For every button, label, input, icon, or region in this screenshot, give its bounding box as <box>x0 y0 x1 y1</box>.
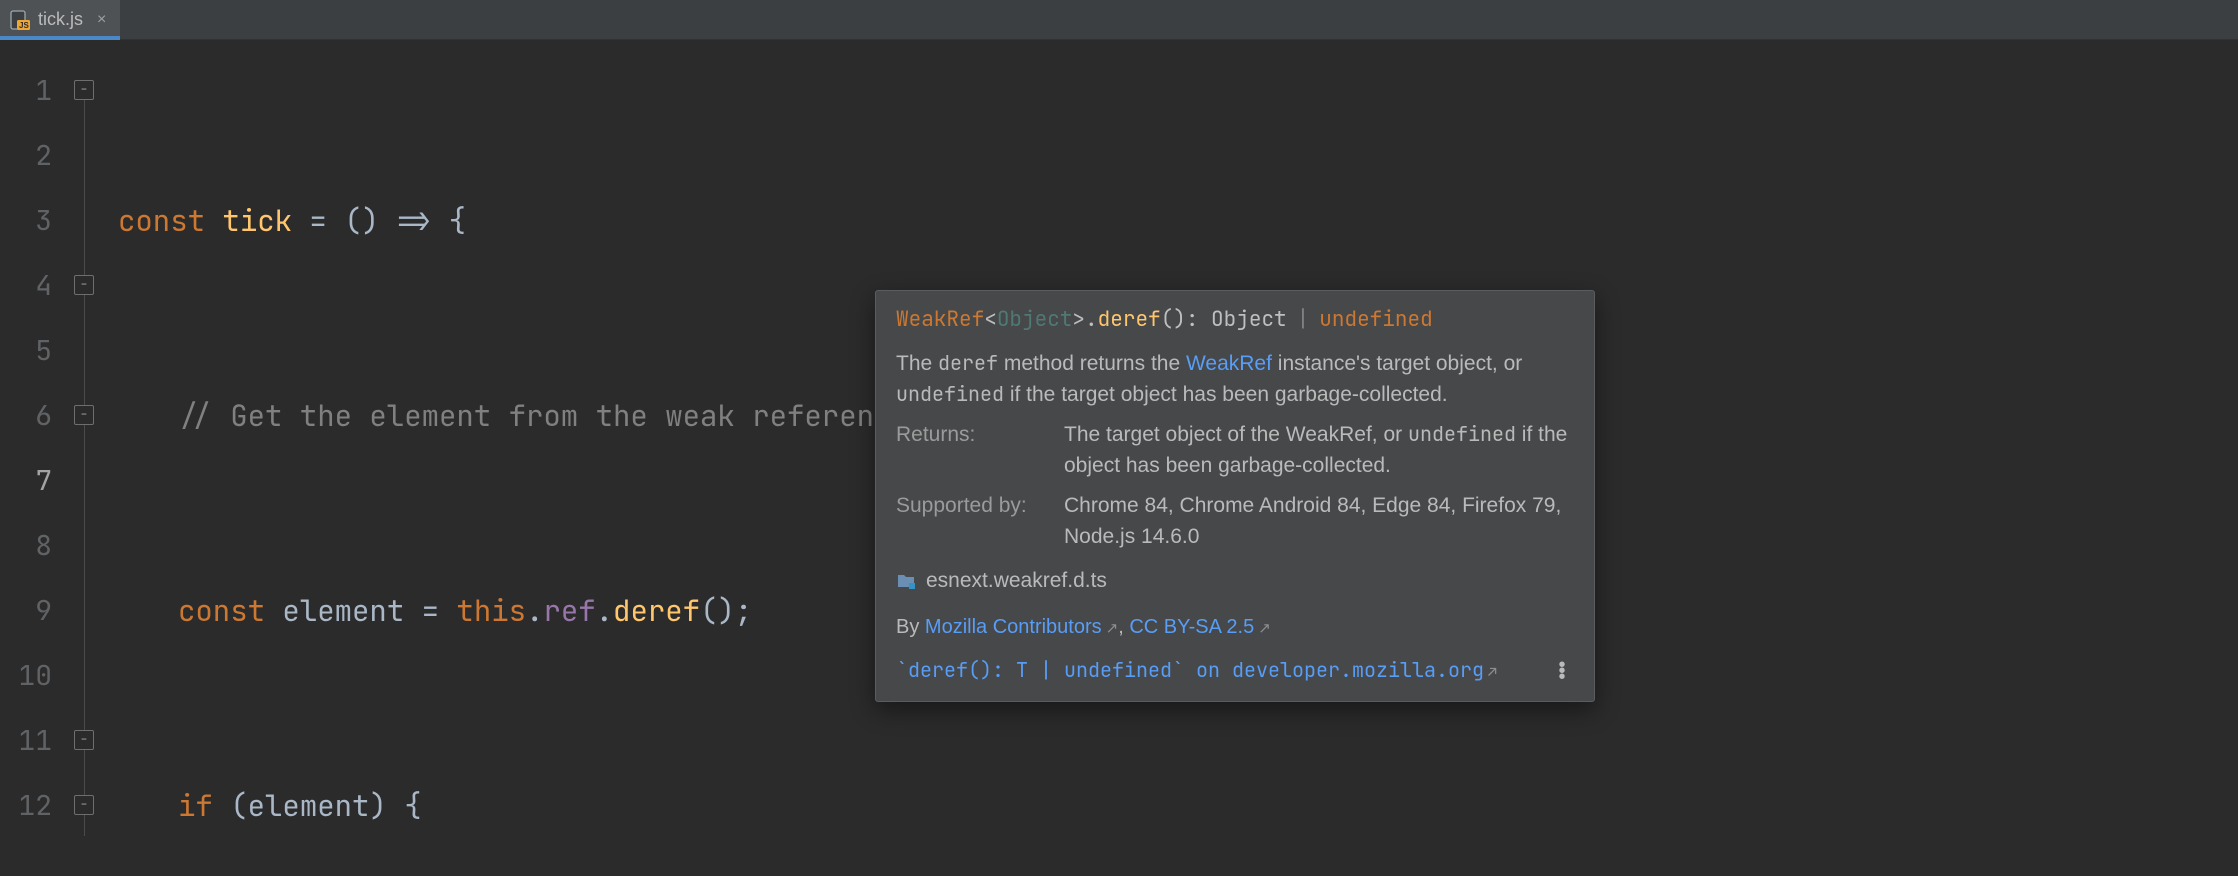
doc-returns-label: Returns: <box>896 420 1046 481</box>
svg-text:JS: JS <box>19 21 29 30</box>
line-number: 10 <box>0 643 70 708</box>
external-link-icon: ↗ <box>1102 620 1119 637</box>
doc-link-mdn[interactable]: `deref(): T | undefined` on developer.mo… <box>896 656 1497 685</box>
line-number: 7 <box>0 448 70 513</box>
doc-signature: WeakRef<Object>.deref(): Object|undefine… <box>896 305 1574 335</box>
fold-toggle[interactable]: − <box>74 405 94 425</box>
doc-credits: By Mozilla Contributors↗, CC BY-SA 2.5↗ <box>896 613 1574 642</box>
quick-doc-popup[interactable]: WeakRef<Object>.deref(): Object|undefine… <box>875 290 1595 702</box>
doc-supported-label: Supported by: <box>896 491 1046 552</box>
code-line: if (element) { <box>118 773 2238 838</box>
line-number: 11 <box>0 708 70 773</box>
external-link-icon: ↗ <box>1254 620 1271 637</box>
line-number: 2 <box>0 123 70 188</box>
doc-returns-value: The target object of the WeakRef, or und… <box>1064 420 1574 481</box>
doc-description: The deref method returns the WeakRef ins… <box>896 349 1574 410</box>
tab-tick-js[interactable]: JS tick.js × <box>0 0 120 39</box>
line-number-gutter: 1 2 3 4 5 6 7 8 9 10 11 12 <box>0 40 70 876</box>
line-number: 9 <box>0 578 70 643</box>
fold-gutter: − − − − − <box>70 40 100 876</box>
fold-toggle[interactable]: − <box>74 730 94 750</box>
line-number: 4 <box>0 253 70 318</box>
folder-icon <box>896 571 916 591</box>
line-number: 12 <box>0 773 70 838</box>
fold-toggle[interactable]: − <box>74 80 94 100</box>
close-icon[interactable]: × <box>97 11 106 29</box>
line-number: 3 <box>0 188 70 253</box>
doc-supported-row: Supported by: Chrome 84, Chrome Android … <box>896 491 1574 552</box>
js-file-icon: JS <box>10 10 30 30</box>
tab-filename: tick.js <box>38 9 83 30</box>
line-number: 5 <box>0 318 70 383</box>
doc-supported-value: Chrome 84, Chrome Android 84, Edge 84, F… <box>1064 491 1574 552</box>
doc-link-weakref[interactable]: WeakRef <box>1186 352 1272 375</box>
external-link-icon: ↗ <box>1484 662 1497 682</box>
doc-returns-row: Returns: The target object of the WeakRe… <box>896 420 1574 481</box>
code-editor[interactable]: 1 2 3 4 5 6 7 8 9 10 11 12 − − − − − con… <box>0 40 2238 876</box>
fold-toggle[interactable]: − <box>74 795 94 815</box>
fold-toggle[interactable]: − <box>74 275 94 295</box>
line-number: 1 <box>0 58 70 123</box>
code-line: const tick = () => { <box>118 188 2238 253</box>
tab-bar: JS tick.js × <box>0 0 2238 40</box>
doc-link-license[interactable]: CC BY-SA 2.5 <box>1129 616 1254 638</box>
doc-link-contributors[interactable]: Mozilla Contributors <box>925 616 1102 638</box>
line-number: 6 <box>0 383 70 448</box>
line-number: 8 <box>0 513 70 578</box>
kebab-menu-icon[interactable]: ••• <box>1550 661 1574 679</box>
doc-definition-file[interactable]: esnext.weakref.d.ts <box>896 566 1574 596</box>
